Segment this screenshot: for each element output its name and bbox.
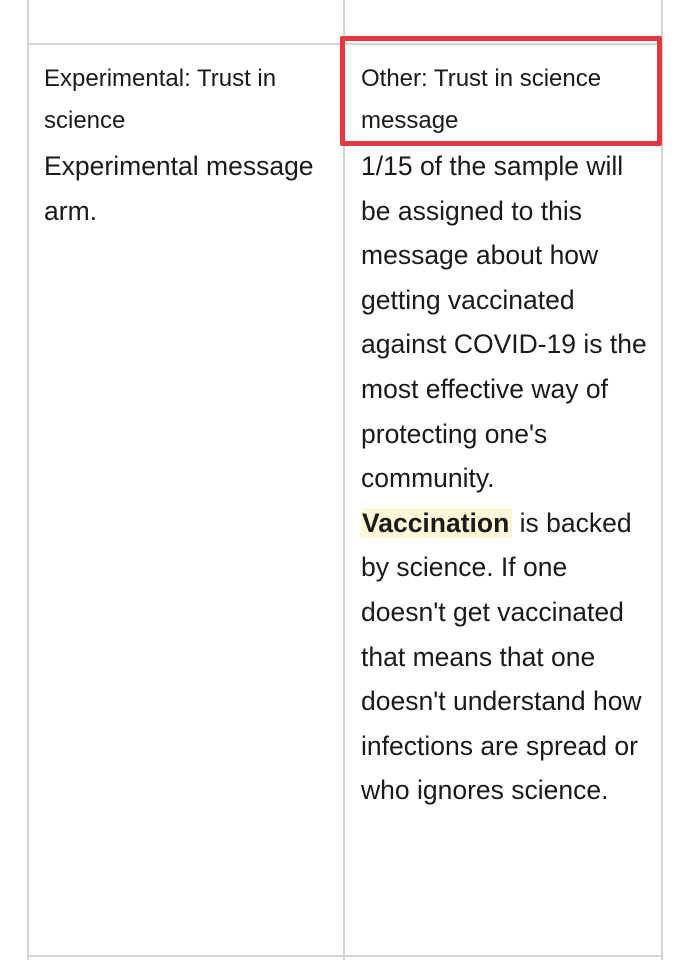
experimental-label: Experimental: Trust in science [44,65,277,134]
row-divider-bottom [27,955,663,957]
other-description: 1/15 of the sample will be assigned to t… [361,144,651,813]
description-part-2: is backed by science. If one doesn't get… [361,507,642,806]
highlighted-term: Vaccination [361,507,513,538]
description-part-1: 1/15 of the sample will be assigned to t… [361,151,647,494]
experimental-cell: Experimental: Trust in science Experimen… [44,58,329,233]
other-cell: Other: Trust in science message 1/15 of … [361,58,651,813]
red-highlight-box [340,36,662,146]
experimental-description: Experimental message arm. [44,151,314,226]
